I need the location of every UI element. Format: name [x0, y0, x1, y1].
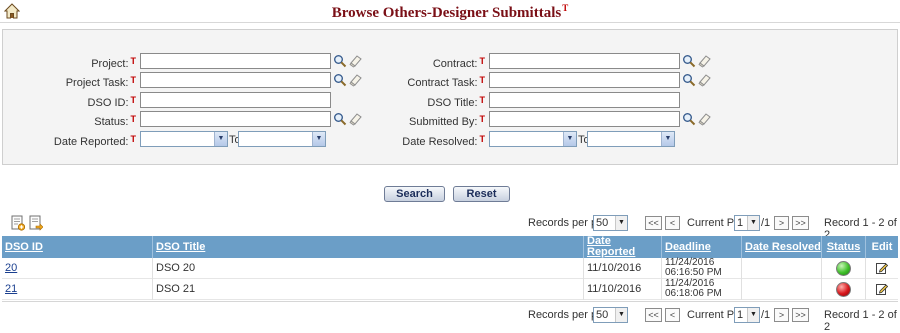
table-row: 21 DSO 21 11/10/2016 11/24/2016 06:18:06 … [2, 279, 898, 300]
status-green-icon [836, 261, 851, 276]
magnifier-icon[interactable] [333, 54, 347, 68]
last-page-button[interactable]: >> [792, 308, 809, 322]
column-date-resolved[interactable]: Date Resolved [742, 236, 822, 258]
contract-task-input[interactable] [489, 72, 680, 88]
date-reported-cell: 11/10/2016 [587, 283, 642, 295]
column-status[interactable]: Status [822, 236, 866, 258]
chevron-down-icon: ▼ [661, 132, 674, 146]
page-title-text: Browse Others-Designer Submittals [331, 5, 562, 21]
first-page-button[interactable]: << [645, 308, 662, 322]
column-deadline[interactable]: Deadline [662, 236, 742, 258]
last-page-button[interactable]: >> [792, 216, 809, 230]
current-page-select[interactable]: 1 ▼ [734, 215, 760, 231]
magnifier-icon[interactable] [682, 112, 696, 126]
records-per-page-select[interactable]: 50 ▼ [593, 307, 628, 323]
status-red-icon [836, 282, 851, 297]
contract-task-label: Contract Task: T [407, 75, 485, 89]
pager-bottom: Records per page 50 ▼ << < Current Page 1… [0, 306, 900, 333]
submitted-by-input[interactable] [489, 111, 680, 127]
dso-id-link[interactable]: 21 [5, 283, 152, 295]
search-button[interactable]: Search [384, 186, 445, 202]
contract-label: Contract: T [432, 56, 485, 70]
current-page-select[interactable]: 1 ▼ [734, 307, 760, 323]
chevron-down-icon: ▼ [563, 132, 576, 146]
magnifier-icon[interactable] [333, 73, 347, 87]
dso-title-cell: DSO 20 [156, 262, 196, 274]
grid-header: DSO ID DSO Title Date Reported ▼ Deadlin… [2, 236, 898, 267]
dso-id-label: DSO ID: T [87, 95, 136, 109]
column-dso-title[interactable]: DSO Title [153, 236, 584, 258]
project-input[interactable] [140, 53, 331, 69]
records-per-page-select[interactable]: 50 ▼ [593, 215, 628, 231]
eraser-icon[interactable] [348, 73, 362, 87]
magnifier-icon[interactable] [333, 112, 347, 126]
prev-page-button[interactable]: < [665, 308, 680, 322]
total-pages: /1 [761, 309, 771, 321]
edit-icon[interactable] [876, 283, 888, 295]
chevron-down-icon: ▼ [312, 132, 325, 146]
status-label: Status: T [94, 114, 136, 128]
date-reported-from-select[interactable]: ▼ [140, 131, 228, 147]
date-reported-cell: 11/10/2016 [587, 262, 642, 274]
prev-page-button[interactable]: < [665, 216, 680, 230]
next-page-button[interactable]: > [774, 308, 789, 322]
page-title: Browse Others-Designer SubmittalsT [0, 3, 900, 22]
total-pages: /1 [761, 217, 771, 229]
column-edit: Edit [871, 241, 893, 253]
date-resolved-label: Date Resolved: T [402, 134, 485, 148]
eraser-icon[interactable] [348, 112, 362, 126]
project-task-input[interactable] [140, 72, 331, 88]
date-reported-to-select[interactable]: ▼ [238, 131, 326, 147]
dso-title-label: DSO Title: T [427, 95, 485, 109]
grid-divider [2, 301, 898, 302]
next-page-button[interactable]: > [774, 216, 789, 230]
chevron-down-icon: ▼ [747, 308, 759, 322]
dso-id-input[interactable] [140, 92, 331, 108]
table-row: 20 DSO 20 11/10/2016 11/24/2016 06:16:50 … [2, 258, 898, 279]
date-resolved-to-select[interactable]: ▼ [587, 131, 675, 147]
chevron-down-icon: ▼ [615, 308, 627, 322]
chevron-down-icon: ▼ [615, 216, 627, 230]
magnifier-icon[interactable] [682, 73, 696, 87]
title-divider [0, 22, 900, 23]
dso-title-cell: DSO 21 [156, 283, 196, 295]
eraser-icon[interactable] [697, 73, 711, 87]
status-input[interactable] [140, 111, 331, 127]
eraser-icon[interactable] [348, 54, 362, 68]
magnifier-icon[interactable] [682, 54, 696, 68]
eraser-icon[interactable] [697, 54, 711, 68]
pager-top: Records per page 50 ▼ << < Current Page 1… [0, 214, 900, 241]
date-reported-label: Date Reported: T [53, 134, 136, 148]
record-range: Record 1 - 2 of 2 [824, 309, 897, 333]
edit-icon[interactable] [876, 262, 888, 274]
first-page-button[interactable]: << [645, 216, 662, 230]
dso-id-link[interactable]: 20 [5, 262, 152, 274]
contract-input[interactable] [489, 53, 680, 69]
chevron-down-icon: ▼ [747, 216, 759, 230]
chevron-down-icon: ▼ [214, 132, 227, 146]
reset-button[interactable]: Reset [453, 186, 510, 202]
eraser-icon[interactable] [697, 112, 711, 126]
date-resolved-from-select[interactable]: ▼ [489, 131, 577, 147]
column-date-reported[interactable]: Date Reported ▼ [584, 236, 662, 267]
title-marker: T [562, 3, 569, 13]
project-label: Project: T [91, 56, 136, 70]
submitted-by-label: Submitted By: T [409, 114, 485, 128]
deadline-time-cell: 06:16:50 PM [665, 267, 722, 278]
deadline-time-cell: 06:18:06 PM [665, 288, 722, 299]
project-task-label: Project Task: T [65, 75, 136, 89]
dso-title-input[interactable] [489, 92, 680, 108]
column-dso-id[interactable]: DSO ID [2, 236, 153, 258]
